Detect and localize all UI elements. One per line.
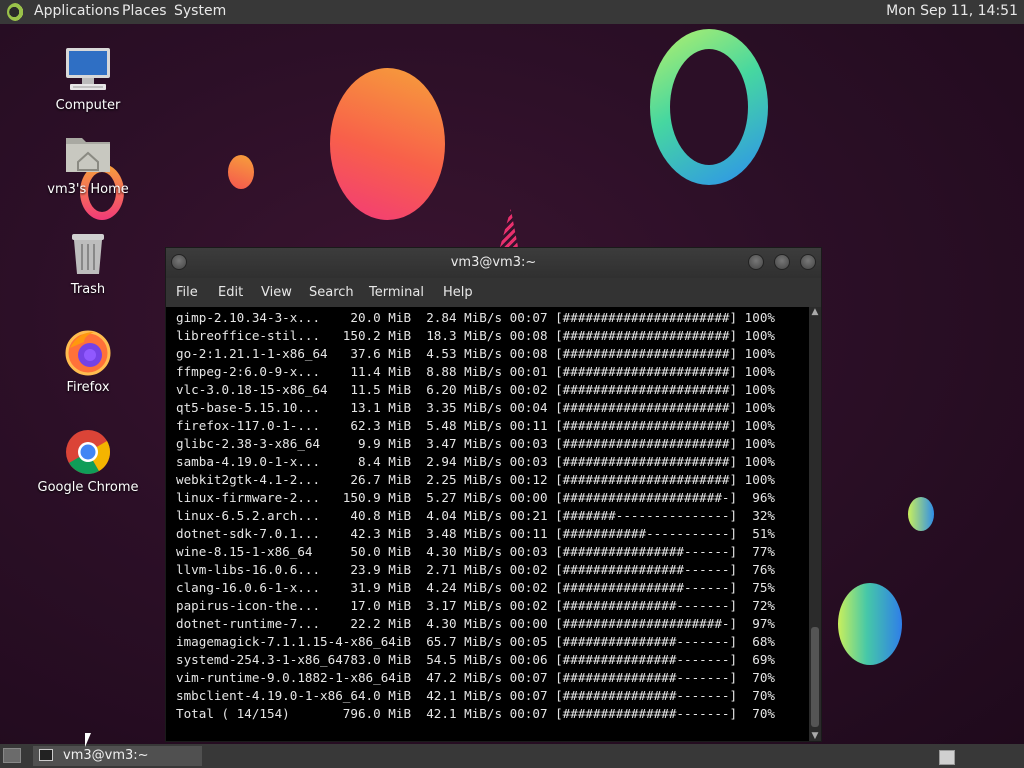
terminal-output[interactable]: gimp-2.10.34-3-x... 20.0 MiB 2.84 MiB/s …: [166, 307, 809, 741]
firefox-icon: [64, 328, 112, 376]
terminal-line: gimp-2.10.34-3-x... 20.0 MiB 2.84 MiB/s …: [176, 310, 775, 325]
decor-small-blue-ellipse: [908, 497, 934, 531]
decor-pink-spike: [500, 209, 518, 247]
close-button[interactable]: [800, 254, 816, 270]
scroll-up-icon[interactable]: ▲: [810, 307, 820, 317]
window-menu-button[interactable]: [171, 254, 187, 270]
terminal-line: dotnet-sdk-7.0.1... 42.3 MiB 3.48 MiB/s …: [176, 526, 775, 541]
workspace-switcher[interactable]: [939, 750, 955, 765]
terminal-line: papirus-icon-the... 17.0 MiB 3.17 MiB/s …: [176, 598, 775, 613]
menu-view[interactable]: View: [261, 285, 292, 300]
show-desktop-icon[interactable]: [3, 748, 21, 763]
terminal-line: vim-runtime-9.0.1882-1-x86_64iB 47.2 MiB…: [176, 670, 775, 685]
panel-clock[interactable]: Mon Sep 11, 14:51: [886, 3, 1018, 19]
terminal-line: webkit2gtk-4.1-2... 26.7 MiB 2.25 MiB/s …: [176, 472, 775, 487]
desktop-icon-label: Computer: [55, 98, 121, 113]
desktop-icon-label: Google Chrome: [37, 480, 139, 495]
terminal-window[interactable]: vm3@vm3:~ File Edit View Search Terminal…: [165, 247, 822, 742]
terminal-line: linux-firmware-2... 150.9 MiB 5.27 MiB/s…: [176, 490, 775, 505]
terminal-line: qt5-base-5.15.10... 13.1 MiB 3.35 MiB/s …: [176, 400, 775, 415]
menu-places[interactable]: Places: [122, 3, 167, 19]
mouse-cursor-icon: [85, 733, 97, 747]
chrome-icon: [64, 428, 112, 476]
terminal-line: llvm-libs-16.0.6... 23.9 MiB 2.71 MiB/s …: [176, 562, 775, 577]
terminal-line: ffmpeg-2:6.0-9-x... 11.4 MiB 8.88 MiB/s …: [176, 364, 775, 379]
desktop-icon-label: Trash: [70, 282, 106, 297]
desktop-icon-label: Firefox: [66, 380, 110, 395]
menu-terminal[interactable]: Terminal: [369, 285, 424, 300]
terminal-line: imagemagick-7.1.1.15-4-x86_64iB 65.7 MiB…: [176, 634, 775, 649]
scroll-down-icon[interactable]: ▼: [810, 731, 820, 741]
terminal-title: vm3@vm3:~: [450, 255, 537, 270]
terminal-lines: gimp-2.10.34-3-x... 20.0 MiB 2.84 MiB/s …: [176, 309, 775, 723]
applications-menu-icon[interactable]: [7, 3, 25, 21]
taskbar-label: vm3@vm3:~: [63, 748, 149, 763]
terminal-line: samba-4.19.0-1-x... 8.4 MiB 2.94 MiB/s 0…: [176, 454, 775, 469]
scrollbar-thumb[interactable]: [811, 627, 819, 727]
taskbar-terminal-button[interactable]: vm3@vm3:~: [33, 746, 202, 766]
terminal-line: Total ( 14/154) 796.0 MiB 42.1 MiB/s 00:…: [176, 706, 775, 721]
minimize-button[interactable]: [748, 254, 764, 270]
menu-search[interactable]: Search: [309, 285, 354, 300]
desktop-icon-home[interactable]: vm3's Home: [32, 130, 144, 197]
desktop-icon-firefox[interactable]: Firefox: [32, 328, 144, 395]
menu-system[interactable]: System: [174, 3, 226, 19]
terminal-line: linux-6.5.2.arch... 40.8 MiB 4.04 MiB/s …: [176, 508, 775, 523]
terminal-line: vlc-3.0.18-15-x86_64 11.5 MiB 6.20 MiB/s…: [176, 382, 775, 397]
terminal-titlebar[interactable]: vm3@vm3:~: [166, 248, 821, 278]
trash-icon: [64, 230, 112, 278]
terminal-icon: [39, 749, 53, 761]
menu-edit[interactable]: Edit: [218, 285, 243, 300]
terminal-line: wine-8.15-1-x86_64 50.0 MiB 4.30 MiB/s 0…: [176, 544, 775, 559]
decor-green-blue-ring: [650, 29, 768, 185]
desktop-icon-chrome[interactable]: Google Chrome: [32, 428, 144, 495]
home-folder-icon: [64, 130, 112, 178]
desktop-icon-label: vm3's Home: [47, 182, 129, 197]
decor-blue-ellipse: [838, 583, 902, 665]
menu-applications[interactable]: Applications: [34, 3, 120, 19]
terminal-menubar: File Edit View Search Terminal Help: [166, 278, 821, 307]
bottom-panel: vm3@vm3:~: [0, 744, 1024, 768]
decor-small-orange-ellipse: [228, 155, 254, 189]
menu-help[interactable]: Help: [443, 285, 473, 300]
desktop-icon-computer[interactable]: Computer: [32, 46, 144, 113]
terminal-line: smbclient-4.19.0-1-x86_64.0 MiB 42.1 MiB…: [176, 688, 775, 703]
maximize-button[interactable]: [774, 254, 790, 270]
computer-icon: [64, 46, 112, 94]
desktop-icon-trash[interactable]: Trash: [32, 230, 144, 297]
top-panel: Applications Places System Mon Sep 11, 1…: [0, 0, 1024, 24]
terminal-line: firefox-117.0-1-... 62.3 MiB 5.48 MiB/s …: [176, 418, 775, 433]
decor-orange-ellipse: [330, 68, 445, 220]
terminal-line: go-2:1.21.1-1-x86_64 37.6 MiB 4.53 MiB/s…: [176, 346, 775, 361]
terminal-line: glibc-2.38-3-x86_64 9.9 MiB 3.47 MiB/s 0…: [176, 436, 775, 451]
terminal-line: libreoffice-stil... 150.2 MiB 18.3 MiB/s…: [176, 328, 775, 343]
terminal-scrollbar[interactable]: ▲ ▼: [809, 307, 821, 741]
menu-file[interactable]: File: [176, 285, 198, 300]
terminal-line: clang-16.0.6-1-x... 31.9 MiB 4.24 MiB/s …: [176, 580, 775, 595]
terminal-line: systemd-254.3-1-x86_64783.0 MiB 54.5 MiB…: [176, 652, 775, 667]
terminal-line: dotnet-runtime-7... 22.2 MiB 4.30 MiB/s …: [176, 616, 775, 631]
